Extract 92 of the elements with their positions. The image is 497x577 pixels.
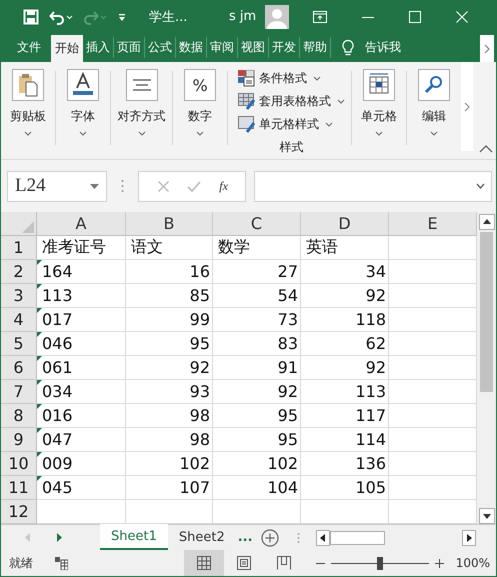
ribbon-tab[interactable]: 开始: [51, 35, 83, 62]
row-header[interactable]: 8: [1, 404, 37, 428]
percent-symbol: %: [192, 76, 208, 94]
more-sheets-button[interactable]: ...: [238, 530, 253, 545]
table-cell-text: 73: [278, 310, 299, 329]
ribbon-tab[interactable]: 审阅: [207, 37, 238, 58]
ribbon-tab[interactable]: 公式: [145, 37, 176, 58]
row-header[interactable]: 2: [1, 260, 37, 284]
row-header[interactable]: 4: [1, 308, 37, 332]
ribbon-menu-button[interactable]: 单元格样式: [238, 115, 346, 133]
row-header[interactable]: 11: [1, 476, 37, 500]
table-cell-text: 164: [42, 262, 74, 281]
table-cell-text: 102: [179, 454, 211, 473]
table-cell-text: 91: [278, 358, 299, 377]
table-cell-text: 92: [366, 286, 387, 305]
ribbon-tab[interactable]: 数据: [176, 37, 207, 58]
sheet-tab[interactable]: Sheet2: [168, 525, 236, 550]
status-text: 就绪: [9, 554, 33, 572]
column-header[interactable]: D: [301, 212, 389, 236]
table-cell-text: 54: [278, 286, 299, 305]
table-cell-text: 016: [42, 406, 74, 425]
table-cell-text: 92: [190, 358, 211, 377]
table-cell-text: 93: [190, 382, 211, 401]
table-cell-text: 准考证号: [42, 237, 107, 258]
table-cell-text: 136: [355, 454, 387, 473]
table-cell-text: 34: [366, 262, 387, 281]
table-cell-text: 95: [190, 334, 211, 353]
row-header[interactable]: 5: [1, 332, 37, 356]
table-cell-text: 16: [190, 262, 211, 281]
table-cell-text: 92: [278, 382, 299, 401]
table-cell-text: 113: [42, 286, 74, 305]
ribbon-group-button[interactable]: % 数字: [173, 69, 228, 159]
table-cell-text: 102: [267, 454, 299, 473]
table-cell-text: 27: [278, 262, 299, 281]
table-cell-text: 114: [355, 430, 387, 449]
ribbon-tab[interactable]: 帮助: [300, 37, 331, 58]
window-title: 学生...: [149, 8, 188, 26]
table-cell-text: 046: [42, 334, 74, 353]
table-cell-text: 95: [278, 406, 299, 425]
ribbon-group-button[interactable]: 对齐方式: [110, 69, 172, 159]
table-cell-text: 105: [355, 478, 387, 497]
table-cell-text: 045: [42, 478, 74, 497]
group-label: 样式: [280, 139, 304, 156]
row-header[interactable]: 9: [1, 428, 37, 452]
ribbon-group-button[interactable]: 单元格: [352, 69, 406, 159]
column-header[interactable]: B: [126, 212, 213, 236]
table-cell-text: 017: [42, 310, 74, 329]
table-cell-text: 95: [278, 430, 299, 449]
name-box[interactable]: L24: [7, 170, 107, 202]
table-cell-text: 113: [355, 382, 387, 401]
table-cell-text: 99: [190, 310, 211, 329]
table-cell-text: 118: [355, 310, 387, 329]
ribbon-group-button[interactable]: 剪贴板: [1, 69, 55, 159]
ribbon-tab[interactable]: 插入: [83, 37, 114, 58]
row-header[interactable]: 7: [1, 380, 37, 404]
ribbon-tab[interactable]: 页面: [114, 37, 145, 58]
tell-me-search[interactable]: 告诉我: [365, 33, 401, 62]
table-cell-text: 047: [42, 430, 74, 449]
ribbon-tab[interactable]: 文件: [1, 37, 51, 58]
table-cell-text: 85: [190, 286, 211, 305]
table-cell-text: 061: [42, 358, 74, 377]
table-cell-text: 009: [42, 454, 74, 473]
insert-function-button[interactable]: fx: [219, 178, 228, 194]
ribbon-menu-button[interactable]: 条件格式: [238, 69, 346, 87]
row-header[interactable]: 3: [1, 284, 37, 308]
table-cell-text: 数学: [218, 237, 251, 258]
table-cell-text: 034: [42, 382, 74, 401]
column-header[interactable]: A: [37, 212, 126, 236]
column-header[interactable]: E: [389, 212, 477, 236]
table-cell-text: 英语: [306, 237, 339, 258]
row-header[interactable]: 10: [1, 452, 37, 476]
table-cell-text: 98: [190, 430, 211, 449]
table-cell-text: 107: [179, 478, 211, 497]
table-cell-text: 104: [267, 478, 299, 497]
table-cell-text: 语文: [131, 237, 164, 258]
row-header[interactable]: 6: [1, 356, 37, 380]
table-cell-text: 62: [366, 334, 387, 353]
column-header[interactable]: C: [213, 212, 301, 236]
zoom-level[interactable]: 100%: [456, 556, 490, 570]
sheet-tab[interactable]: Sheet1: [100, 524, 168, 550]
ribbon-tab[interactable]: 开发: [269, 37, 300, 58]
ribbon-group-button[interactable]: 字体: [56, 69, 110, 159]
ribbon-tab[interactable]: 视图: [238, 37, 269, 58]
table-cell-text: 117: [355, 406, 387, 425]
row-header[interactable]: 12: [1, 500, 37, 524]
table-cell-text: 92: [366, 358, 387, 377]
user-name: s jm: [229, 9, 256, 24]
row-header[interactable]: 1: [1, 236, 37, 260]
table-cell-text: 98: [190, 406, 211, 425]
ribbon-group-button[interactable]: 编辑: [406, 69, 461, 159]
ribbon-menu-button[interactable]: 套用表格格式: [238, 92, 346, 110]
table-cell-text: 83: [278, 334, 299, 353]
